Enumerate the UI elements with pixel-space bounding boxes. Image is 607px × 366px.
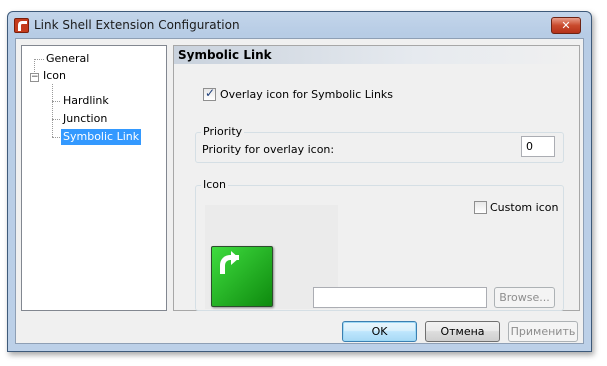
tree-connector	[52, 119, 60, 120]
config-window: Link Shell Extension Configuration ✕ Gen…	[7, 11, 592, 352]
ok-button[interactable]: OK	[342, 321, 417, 342]
tree-item-junction[interactable]: Junction	[63, 111, 107, 127]
overlay-icon-label[interactable]: Overlay icon for Symbolic Links	[220, 88, 393, 101]
apply-button[interactable]: Применить	[508, 321, 578, 342]
link-shell-app-icon	[14, 18, 29, 33]
tree-item-hardlink[interactable]: Hardlink	[63, 93, 109, 109]
title-bar[interactable]: Link Shell Extension Configuration ✕	[8, 12, 591, 38]
tree-item-general[interactable]: General	[46, 51, 89, 67]
tree-connector	[34, 59, 44, 60]
tree-item-icon[interactable]: Icon	[43, 68, 66, 84]
custom-icon-label[interactable]: Custom icon	[490, 201, 558, 214]
tree-item-symbolic-link[interactable]: Symbolic Link	[61, 129, 142, 145]
close-icon: ✕	[561, 19, 571, 32]
dialog-client-area: General − Icon Hardlink Junction Symboli…	[15, 38, 584, 344]
settings-tree[interactable]: General − Icon Hardlink Junction Symboli…	[21, 45, 167, 311]
close-button[interactable]: ✕	[551, 17, 581, 34]
symbolic-link-panel: Symbolic Link Overlay icon for Symbolic …	[173, 45, 580, 311]
window-title: Link Shell Extension Configuration	[34, 18, 240, 32]
overlay-icon-checkbox[interactable]	[203, 86, 216, 101]
panel-header: Symbolic Link	[174, 46, 579, 64]
priority-input[interactable]: 0	[521, 136, 555, 157]
tree-connector	[52, 84, 53, 137]
icon-group-title: Icon	[201, 178, 228, 191]
collapse-icon[interactable]: −	[30, 73, 39, 82]
icon-path-input[interactable]	[313, 287, 487, 308]
green-arrow-shortcut-icon	[211, 246, 273, 307]
tree-connector	[52, 137, 60, 138]
cancel-button[interactable]: Отмена	[425, 321, 500, 342]
browse-button[interactable]: Browse...	[494, 287, 555, 308]
priority-label: Priority for overlay icon:	[202, 143, 335, 156]
tree-connector	[52, 101, 60, 102]
priority-group-title: Priority	[201, 125, 245, 138]
custom-icon-checkbox[interactable]	[474, 201, 487, 214]
